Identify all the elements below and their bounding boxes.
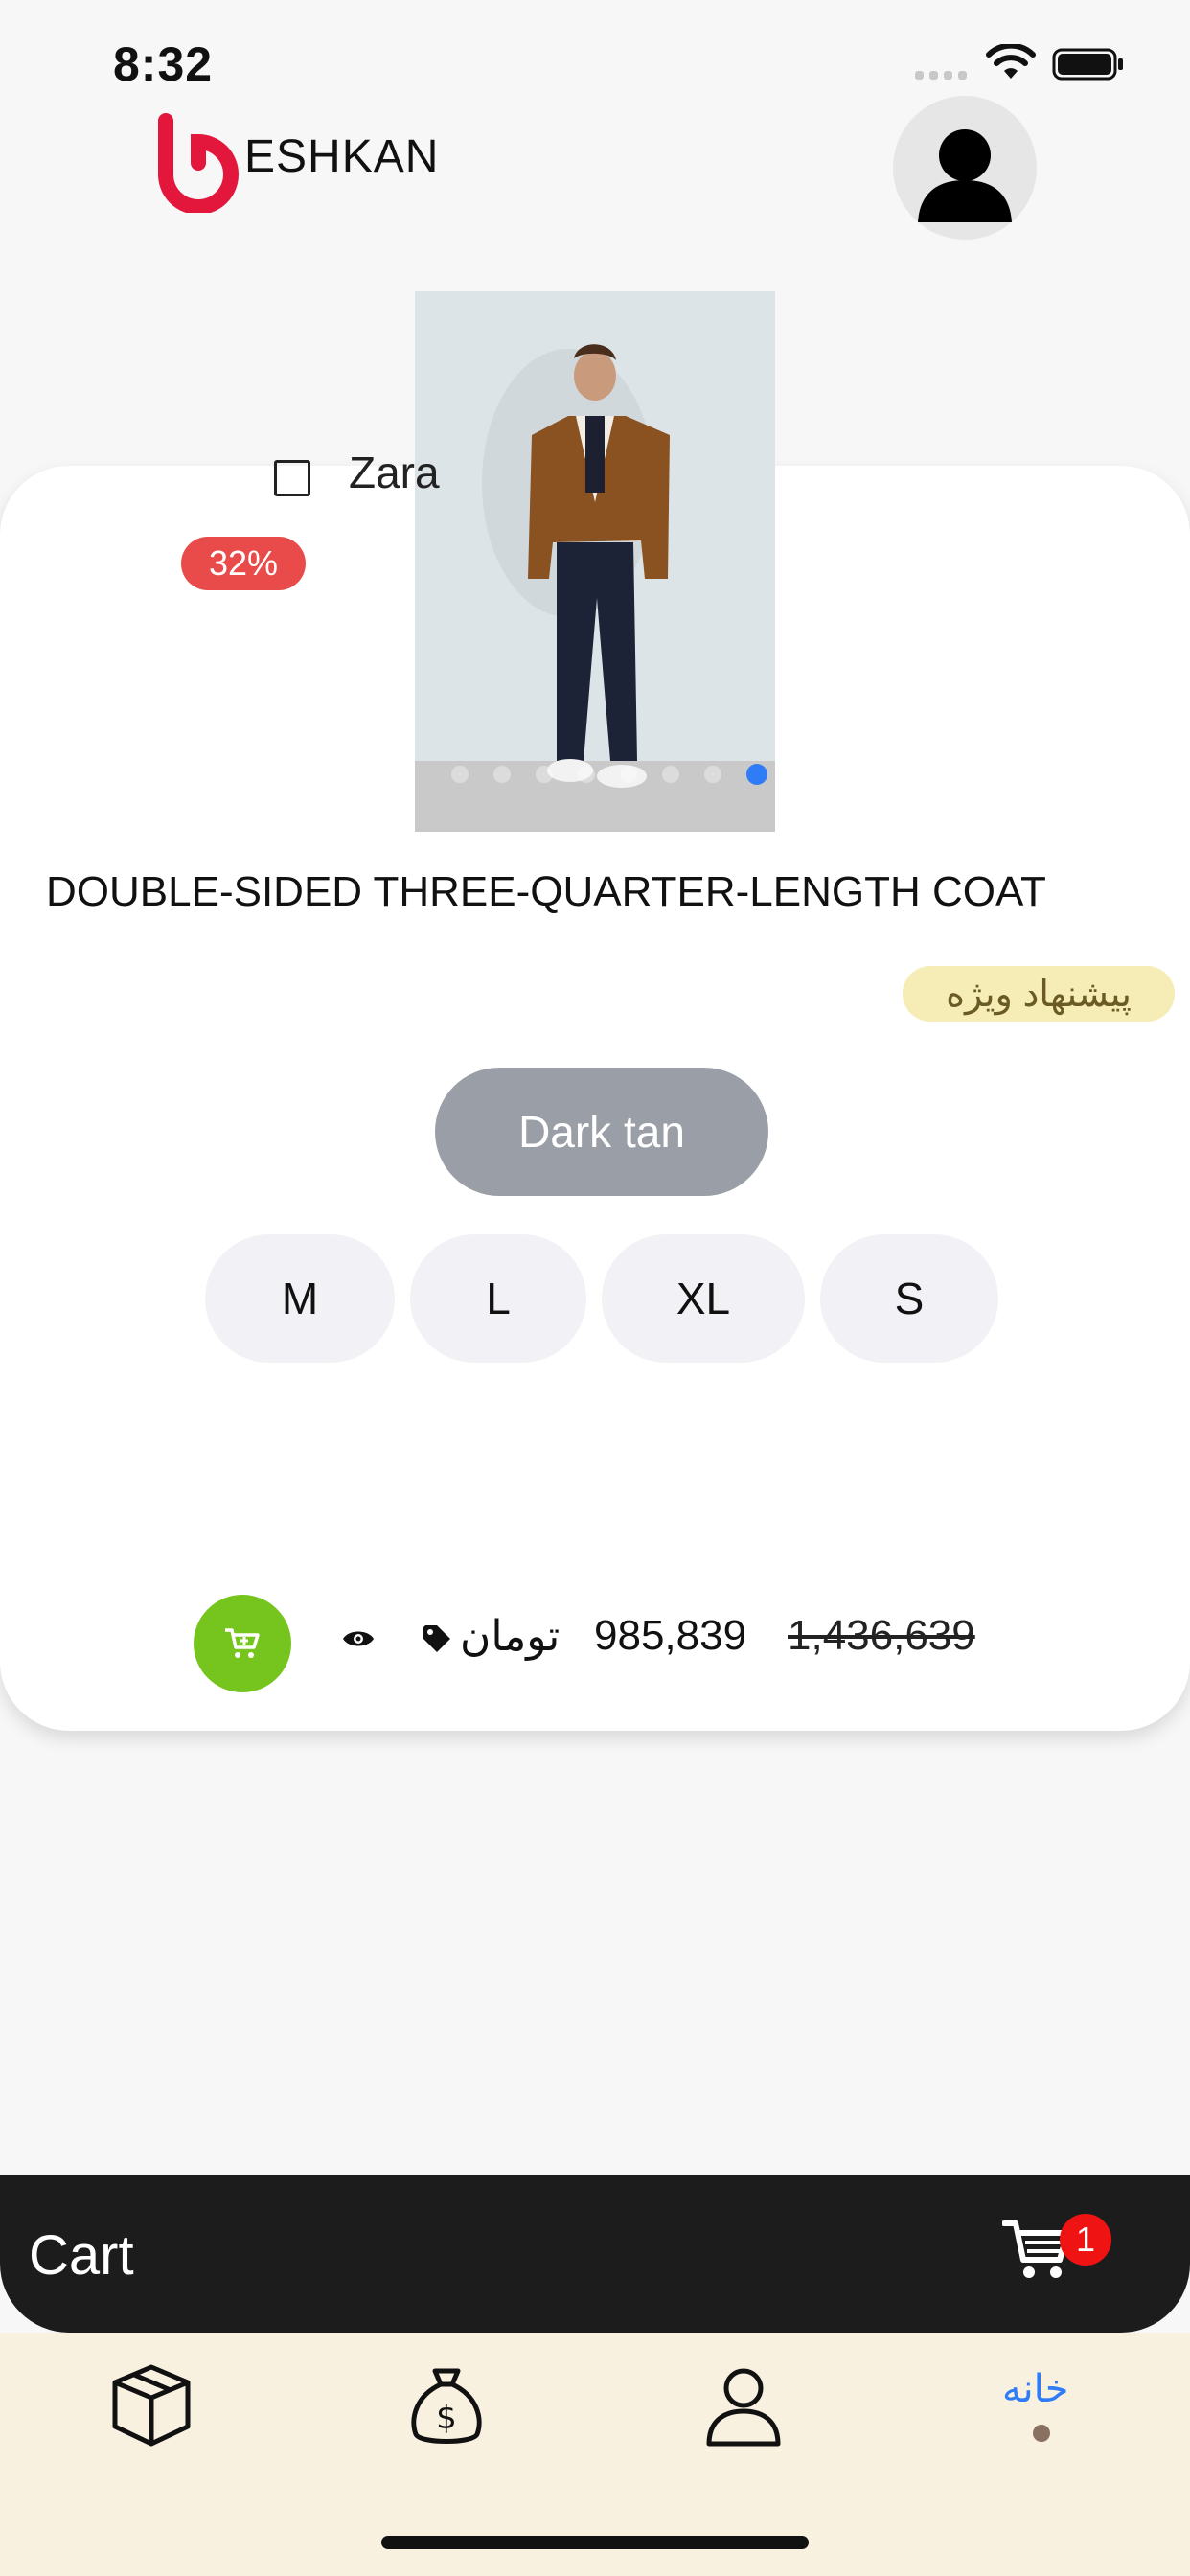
battery-icon: [1052, 48, 1123, 80]
sale-price: 985,839: [594, 1612, 747, 1659]
brand-checkbox[interactable]: [274, 460, 310, 496]
brand-label: Zara: [349, 448, 440, 497]
discount-badge: 32%: [181, 537, 306, 590]
money-bag-icon[interactable]: $: [402, 2361, 491, 2450]
user-icon[interactable]: [699, 2361, 788, 2450]
logo-text: ESHKAN: [244, 131, 440, 182]
cellular-signal-icon: [915, 69, 973, 82]
carousel-dot: [536, 766, 553, 783]
carousel-dot: [451, 766, 469, 783]
product-image[interactable]: [415, 291, 775, 832]
logo-icon: [158, 113, 239, 213]
size-option-l[interactable]: L: [410, 1234, 586, 1363]
carousel-dot: [493, 766, 511, 783]
original-price: 1,436,639: [788, 1612, 975, 1659]
tab-home[interactable]: خانه: [1002, 2367, 1069, 2411]
carousel-dot: [620, 766, 637, 783]
active-tab-indicator: [1033, 2425, 1050, 2442]
tag-icon: [423, 1625, 450, 1652]
image-carousel-dots[interactable]: [415, 763, 775, 786]
size-option-xl[interactable]: XL: [602, 1234, 805, 1363]
home-indicator[interactable]: [381, 2536, 809, 2549]
size-option-s[interactable]: S: [820, 1234, 998, 1363]
add-cart-icon: [225, 1628, 260, 1658]
size-option-m[interactable]: M: [205, 1234, 395, 1363]
carousel-dot-active: [746, 764, 767, 785]
product-photo: [415, 291, 775, 832]
special-offer-badge: پیشنهاد ویژه: [903, 966, 1175, 1022]
eye-icon[interactable]: [341, 1627, 376, 1650]
cart-count-badge: 1: [1060, 2214, 1111, 2266]
svg-text:$: $: [436, 2399, 457, 2437]
carousel-dot: [662, 766, 679, 783]
product-title: DOUBLE-SIDED THREE-QUARTER-LENGTH COAT: [46, 868, 1046, 915]
cart-bar-label: Cart: [29, 2224, 134, 2287]
box-icon[interactable]: [107, 2361, 195, 2450]
carousel-dot: [704, 766, 721, 783]
carousel-dot: [578, 766, 595, 783]
currency-label: تومان: [460, 1613, 561, 1660]
add-to-cart-button[interactable]: [194, 1595, 291, 1692]
user-avatar-icon: [918, 129, 1012, 222]
wifi-icon: [986, 44, 1036, 79]
color-option-button[interactable]: Dark tan: [435, 1068, 768, 1196]
user-avatar-button[interactable]: [893, 96, 1037, 240]
status-time: 8:32: [113, 37, 214, 91]
